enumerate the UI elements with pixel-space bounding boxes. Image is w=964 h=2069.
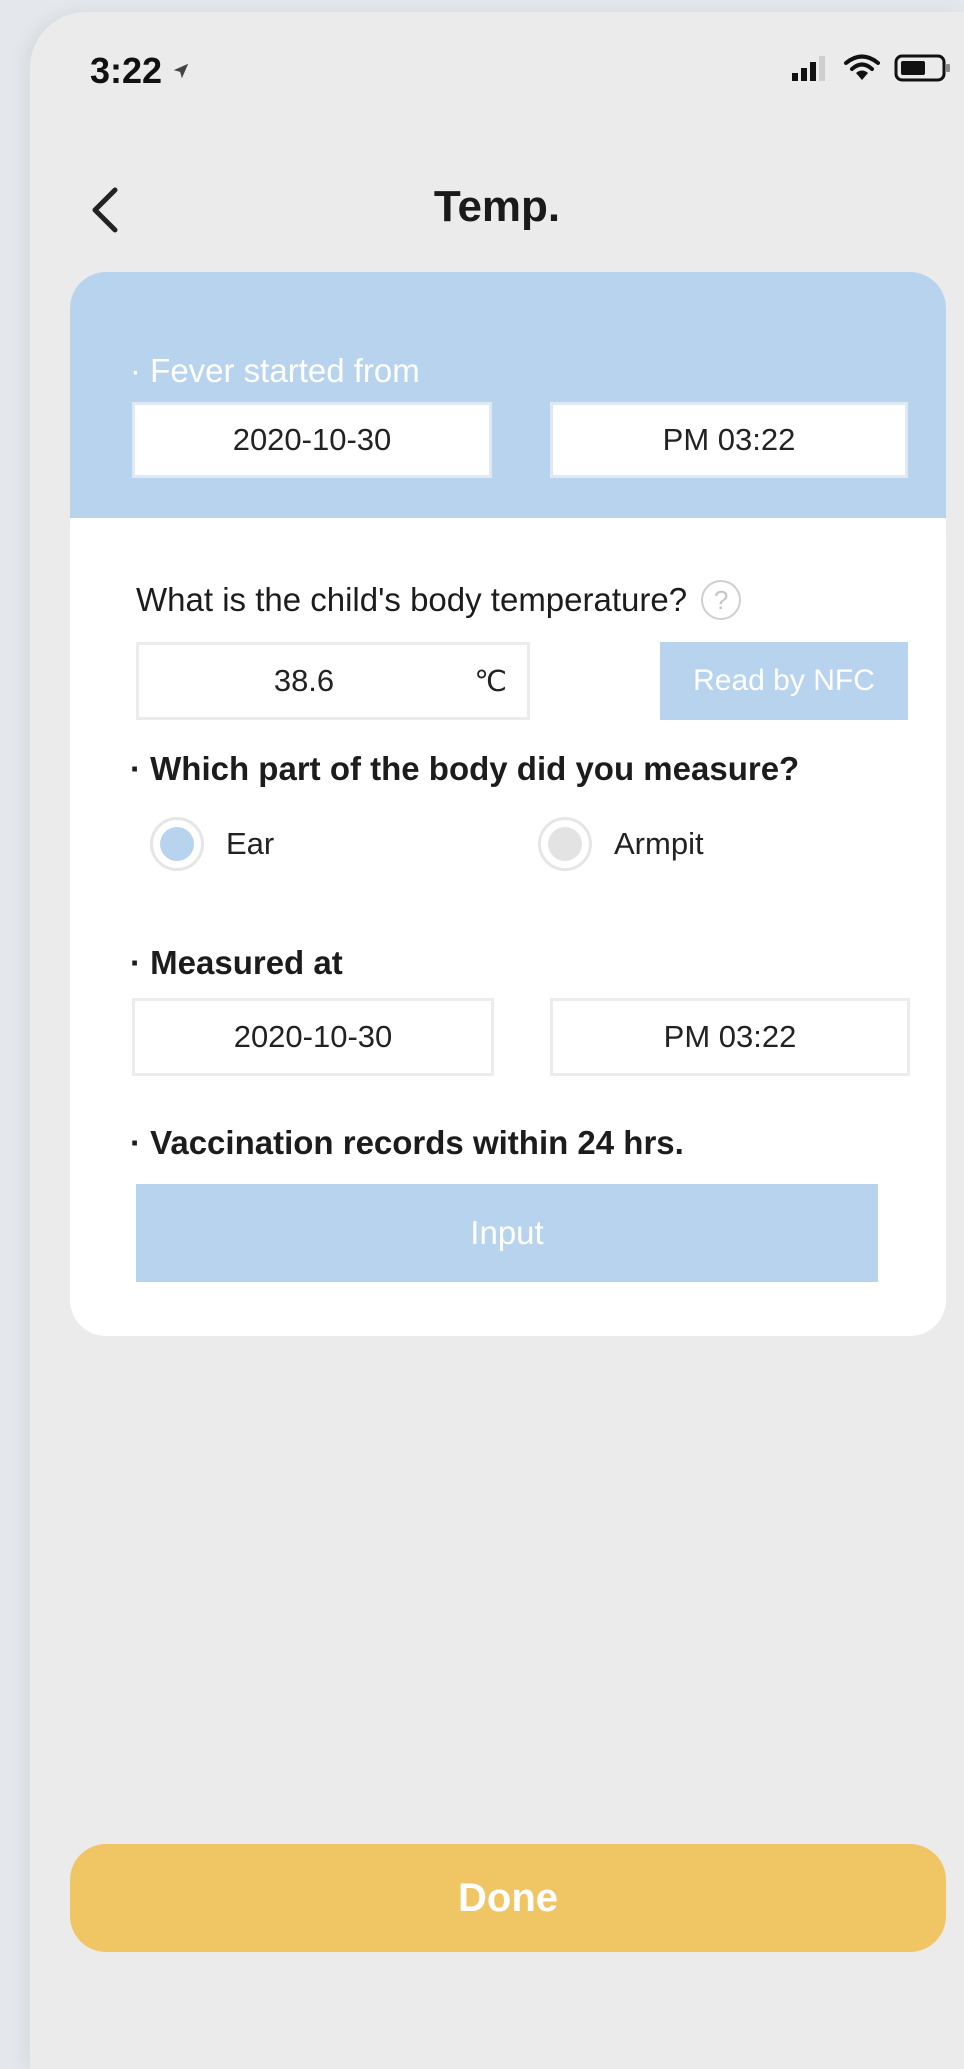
status-time-text: 3:22 bbox=[90, 50, 163, 91]
temperature-question-text: What is the child's body temperature? bbox=[136, 581, 688, 618]
wifi-icon bbox=[844, 54, 880, 80]
radio-ear[interactable]: Ear bbox=[150, 817, 274, 871]
cellular-signal-icon bbox=[792, 56, 825, 81]
fever-time-field[interactable]: PM 03:22 bbox=[550, 402, 908, 478]
measured-date-field[interactable]: 2020-10-30 bbox=[132, 998, 494, 1076]
radio-ear-circle bbox=[150, 817, 204, 871]
read-by-nfc-button[interactable]: Read by NFC bbox=[660, 642, 908, 720]
done-button[interactable]: Done bbox=[70, 1844, 946, 1952]
status-time: 3:22 bbox=[90, 50, 190, 92]
fever-section: · Fever started from 2020-10-30 PM 03:22 bbox=[70, 272, 946, 518]
location-arrow-icon bbox=[173, 63, 189, 79]
radio-ear-label: Ear bbox=[226, 826, 275, 861]
radio-armpit-dot bbox=[548, 827, 582, 861]
temperature-input[interactable]: 38.6 ℃ bbox=[136, 642, 530, 720]
temperature-value: 38.6 bbox=[273, 663, 335, 698]
help-icon[interactable]: ? bbox=[701, 580, 742, 620]
radio-armpit-label: Armpit bbox=[614, 826, 704, 861]
temperature-form-card: · Fever started from 2020-10-30 PM 03:22… bbox=[70, 272, 946, 1336]
radio-ear-dot bbox=[160, 827, 194, 861]
radio-armpit-circle bbox=[538, 817, 592, 871]
temperature-unit: ℃ bbox=[474, 665, 507, 698]
fever-date-field[interactable]: 2020-10-30 bbox=[132, 402, 492, 478]
measured-at-label: · Measured at bbox=[130, 944, 343, 981]
radio-armpit[interactable]: Armpit bbox=[538, 817, 704, 871]
battery-icon bbox=[894, 54, 950, 82]
fever-started-label: · Fever started from bbox=[130, 352, 420, 389]
temperature-question: What is the child's body temperature? ? bbox=[136, 580, 742, 620]
body-part-question: · Which part of the body did you measure… bbox=[130, 750, 800, 787]
page-title: Temp. bbox=[433, 182, 561, 231]
measured-time-field[interactable]: PM 03:22 bbox=[550, 998, 910, 1076]
phone-screen: 3:22 Temp. · Fever started from 2020-10-… bbox=[30, 12, 964, 2069]
vaccination-input-button[interactable]: Input bbox=[136, 1184, 878, 1282]
vaccination-label: · Vaccination records within 24 hrs. bbox=[130, 1124, 684, 1161]
status-icons bbox=[792, 54, 952, 82]
